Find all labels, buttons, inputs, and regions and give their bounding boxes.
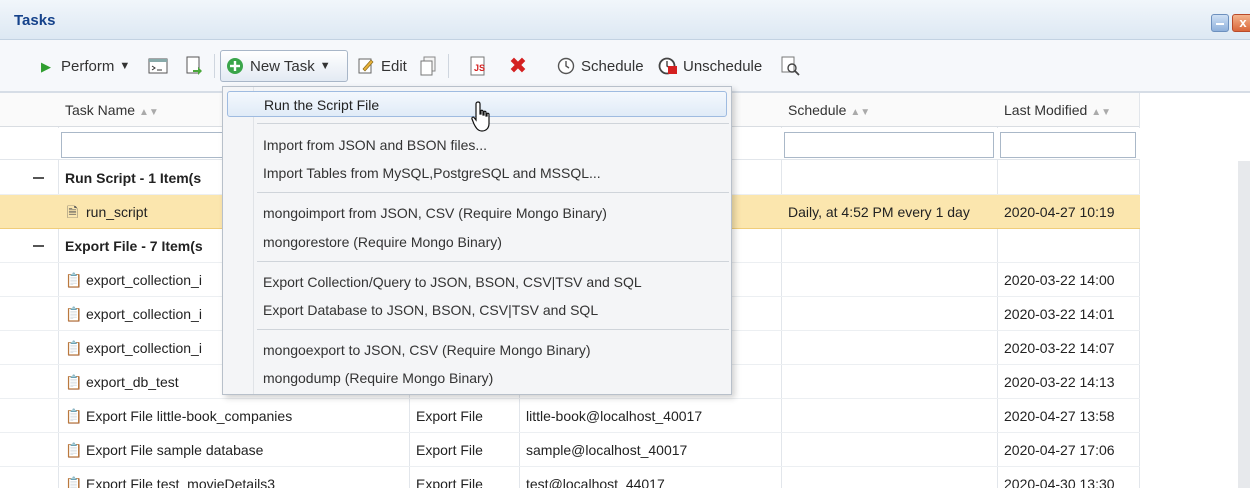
task-name: Export File sample database: [86, 442, 264, 458]
plus-circle-icon: [225, 56, 245, 76]
task-name: export_db_test: [86, 374, 179, 390]
task-name: export_collection_i: [86, 272, 202, 288]
task-modified: 2020-04-27 10:19: [1004, 204, 1115, 220]
table-row[interactable]: 📋 Export File little-book_companies Expor…: [0, 399, 1140, 433]
task-modified: 2020-03-22 14:13: [1004, 374, 1115, 390]
task-type: Export File: [416, 476, 483, 488]
edit-button[interactable]: Edit: [352, 50, 411, 82]
view-schedule-button[interactable]: [776, 50, 804, 82]
last-modified-column-header[interactable]: Last Modified ▲▼: [997, 93, 1139, 127]
task-schedule: [781, 365, 997, 399]
clipboard-icon: 📋: [65, 476, 83, 488]
collapse-icon[interactable]: [33, 177, 44, 179]
task-connection: little-book@localhost_40017: [526, 408, 703, 424]
task-modified: 2020-04-27 13:58: [1004, 408, 1115, 424]
schedule-header-label: Schedule: [788, 102, 847, 118]
menu-item-import-tables-sql[interactable]: Import Tables from MySQL,PostgreSQL and …: [263, 160, 601, 186]
schedule-button[interactable]: Schedule: [552, 50, 648, 82]
task-schedule: [781, 331, 997, 365]
perform-button[interactable]: ▶ Perform ▼: [32, 50, 134, 82]
task-schedule: Daily, at 4:52 PM every 1 day: [788, 204, 970, 220]
menu-item-export-database[interactable]: Export Database to JSON, BSON, CSV|TSV a…: [263, 297, 598, 323]
task-schedule: [781, 399, 997, 433]
minimize-icon[interactable]: [1211, 14, 1229, 32]
edit-label: Edit: [381, 57, 407, 75]
table-row[interactable]: 📋 Export File sample database Export File…: [0, 433, 1140, 467]
menu-item-import-json-bson[interactable]: Import from JSON and BSON files...: [263, 132, 487, 158]
clipboard-icon: 📋: [65, 306, 83, 322]
red-x-icon: ✖: [508, 53, 528, 78]
perform-label: Perform: [61, 57, 115, 75]
new-task-label: New Task: [250, 57, 315, 75]
row-toggle-column-header: [0, 93, 58, 127]
task-name: export_collection_i: [86, 306, 202, 322]
edit-icon: [356, 56, 376, 76]
play-icon: ▶: [41, 58, 51, 74]
schedule-filter-input[interactable]: [784, 132, 994, 158]
task-schedule: [781, 467, 997, 488]
collapse-icon[interactable]: [33, 245, 44, 247]
clipboard-icon: 📋: [65, 408, 83, 424]
toolbar: ▶ Perform ▼ New Task ▼ Edit JS ✖ Schedul…: [0, 40, 1250, 92]
delete-button[interactable]: ✖: [504, 50, 532, 82]
clipboard-icon: 📋: [65, 340, 83, 356]
task-schedule: [781, 263, 997, 297]
unschedule-button[interactable]: Unschedule: [654, 50, 766, 82]
unschedule-label: Unschedule: [683, 57, 763, 75]
task-type: Export File: [416, 408, 483, 424]
chevron-down-icon: ▼: [319, 60, 331, 72]
close-icon[interactable]: x: [1232, 14, 1250, 32]
panel-title: Tasks: [14, 12, 56, 29]
console-button[interactable]: [144, 50, 172, 82]
task-modified: 2020-04-27 17:06: [1004, 442, 1115, 458]
export-log-button[interactable]: [180, 50, 208, 82]
js-file-icon: JS: [468, 56, 488, 76]
script-icon: 🗎: [66, 204, 79, 220]
table-row[interactable]: 📋 Export File test_movieDetails3 Export F…: [0, 467, 1140, 488]
hand-cursor-icon: [471, 101, 490, 132]
chevron-down-icon: ▼: [119, 60, 131, 72]
menu-item-mongoimport[interactable]: mongoimport from JSON, CSV (Require Mong…: [263, 200, 607, 226]
menu-item-export-collection[interactable]: Export Collection/Query to JSON, BSON, C…: [263, 269, 642, 295]
task-name: Export File little-book_companies: [86, 408, 293, 424]
task-name: Export File test_movieDetails3: [86, 476, 276, 488]
export-doc-icon: [184, 56, 204, 76]
schedule-column-header[interactable]: Schedule ▲▼: [781, 93, 997, 127]
magnifier-doc-icon: [780, 56, 800, 76]
sort-icon: ▲▼: [1091, 107, 1112, 118]
task-name: run_script: [86, 204, 148, 220]
console-icon: [148, 56, 168, 76]
svg-text:JS: JS: [474, 63, 485, 73]
unschedule-icon: [658, 56, 678, 76]
task-schedule: [781, 433, 997, 467]
schedule-label: Schedule: [581, 57, 644, 75]
task-modified: 2020-03-22 14:01: [1004, 306, 1115, 322]
vertical-scrollbar[interactable]: [1238, 161, 1250, 488]
sort-icon: ▲▼: [850, 107, 871, 118]
last-modified-header-label: Last Modified: [1004, 102, 1088, 118]
clipboard-icon: 📋: [65, 374, 83, 390]
menu-item-mongoexport[interactable]: mongoexport to JSON, CSV (Require Mongo …: [263, 337, 591, 363]
copy-icon: [418, 56, 438, 76]
task-schedule: [781, 297, 997, 331]
clipboard-icon: 📋: [65, 442, 83, 458]
panel-header: Tasks x: [0, 0, 1250, 40]
sort-icon: ▲▼: [139, 107, 159, 118]
task-name-header-label: Task Name: [65, 102, 136, 118]
menu-item-mongodump[interactable]: mongodump (Require Mongo Binary): [263, 365, 493, 391]
task-modified: 2020-03-22 14:07: [1004, 340, 1115, 356]
menu-item-mongorestore[interactable]: mongorestore (Require Mongo Binary): [263, 229, 502, 255]
clock-icon: [556, 56, 576, 76]
task-connection: test@localhost_44017: [526, 476, 665, 488]
new-task-button[interactable]: New Task ▼: [220, 50, 348, 82]
clipboard-icon: 📋: [65, 272, 83, 288]
task-modified: 2020-04-30 13:30: [1004, 476, 1115, 488]
duplicate-button[interactable]: [414, 50, 442, 82]
task-type: Export File: [416, 442, 483, 458]
task-name: export_collection_i: [86, 340, 202, 356]
task-connection: sample@localhost_40017: [526, 442, 688, 458]
export-js-button[interactable]: JS: [464, 50, 492, 82]
task-modified: 2020-03-22 14:00: [1004, 272, 1115, 288]
last-modified-filter-input[interactable]: [1000, 132, 1136, 158]
